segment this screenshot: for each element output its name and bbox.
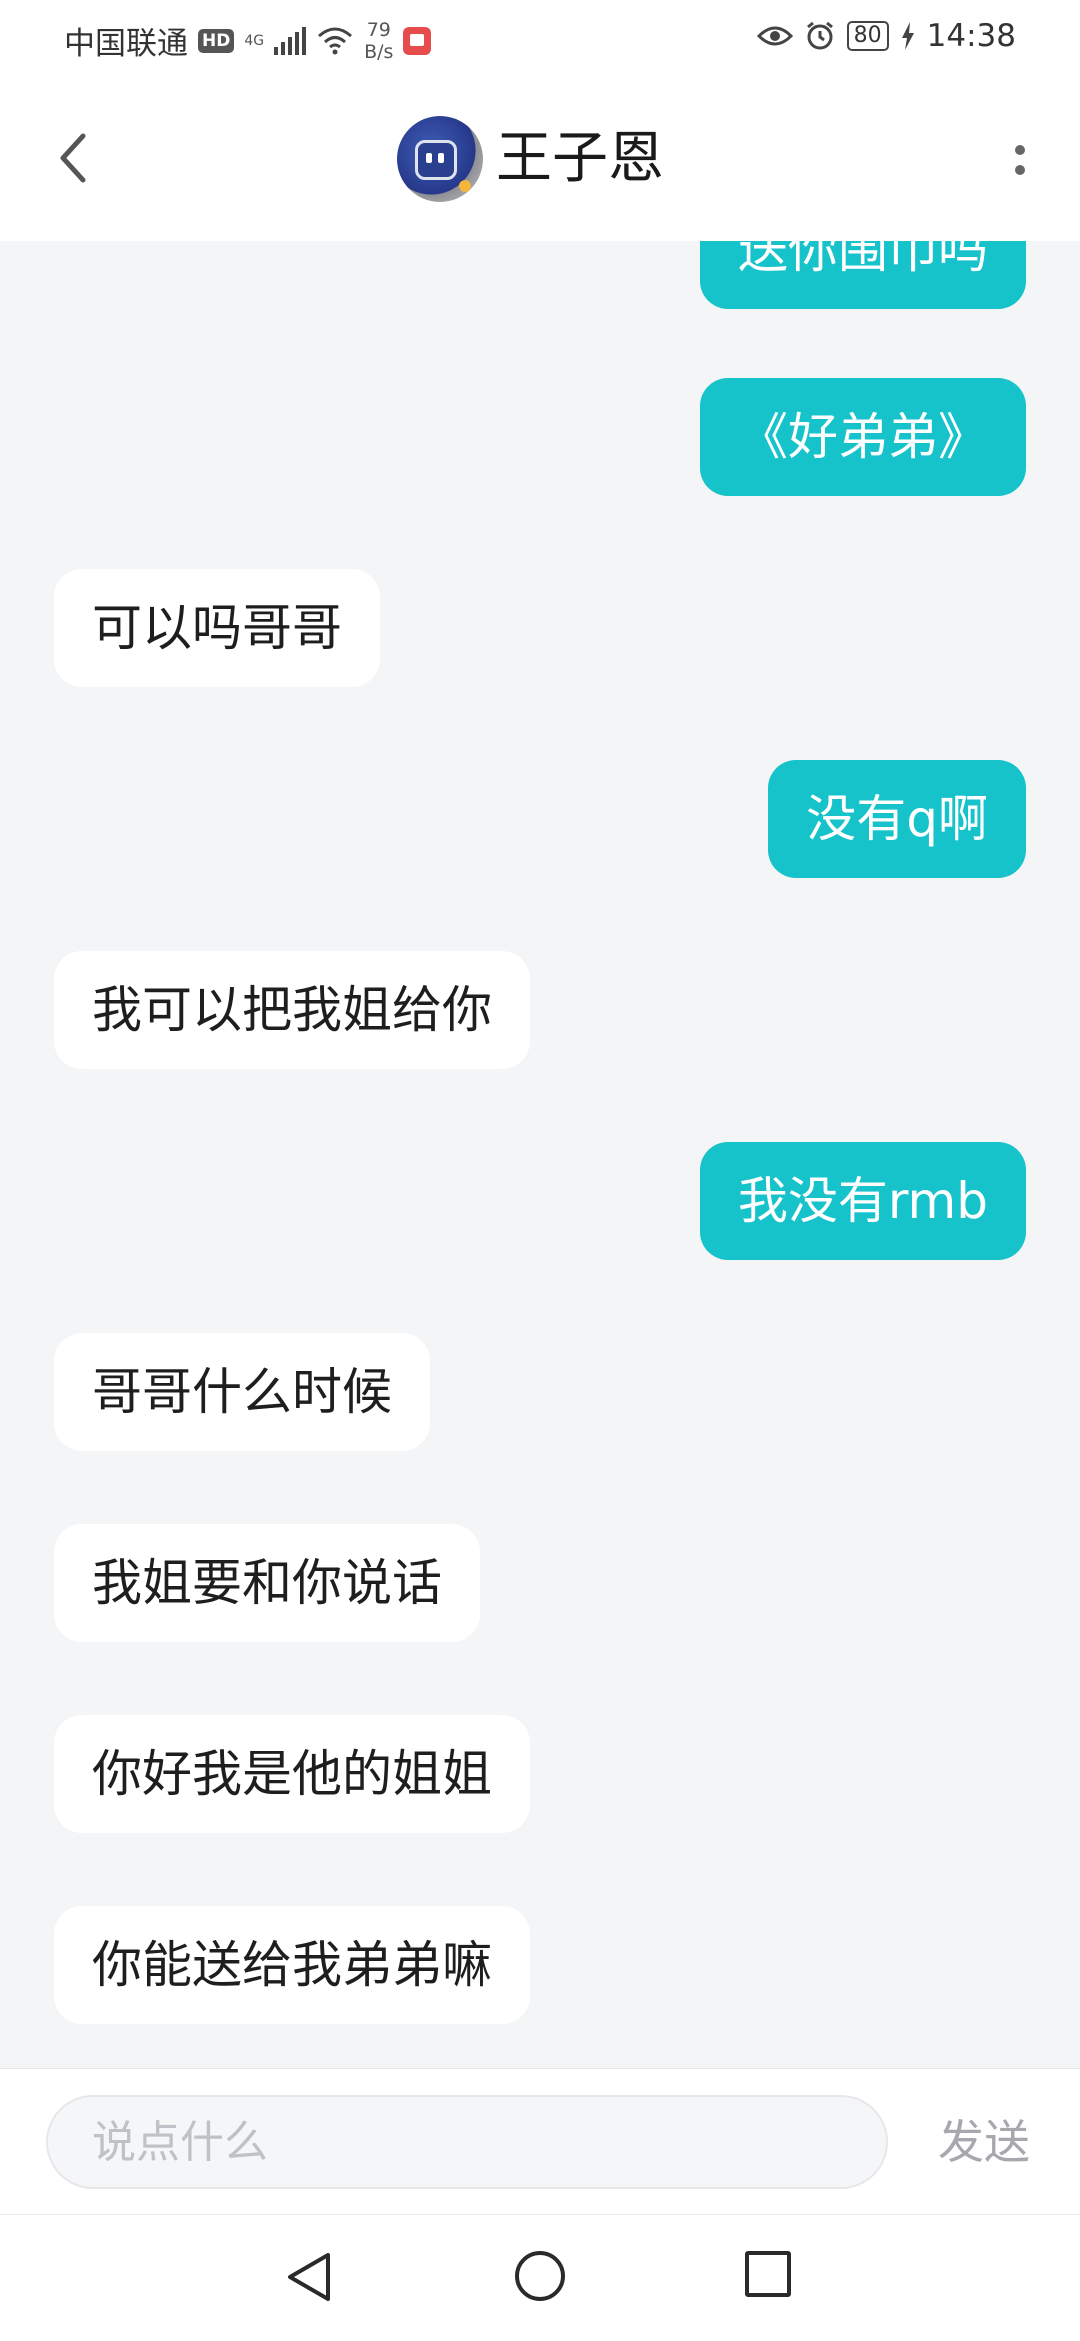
message-input[interactable] xyxy=(46,2095,888,2189)
more-options-button[interactable] xyxy=(1000,130,1040,190)
message-bubble-received[interactable]: 我姐要和你说话 xyxy=(54,1524,480,1642)
speed-value: 79 xyxy=(366,18,391,41)
contact-name: 王子恩 xyxy=(496,126,664,191)
message-bubble-received[interactable]: 哥哥什么时候 xyxy=(54,1333,430,1451)
battery-level: 80 xyxy=(846,21,889,51)
message-bubble-received[interactable]: 你好我是他的姐姐 xyxy=(54,1715,530,1833)
message-bubble-received[interactable]: 可以吗哥哥 xyxy=(54,569,380,687)
alarm-icon xyxy=(806,21,833,50)
carrier-name: 中国联通 xyxy=(64,26,188,62)
status-bar: 中国联通 HD 4G 79 B/s 80 14:38 xyxy=(0,0,1080,78)
eye-icon xyxy=(756,26,793,46)
nav-home-icon[interactable] xyxy=(515,2251,565,2301)
nav-back-icon[interactable] xyxy=(284,2251,336,2303)
more-dot-icon xyxy=(1015,145,1025,155)
wifi-icon xyxy=(318,27,353,54)
hd-badge: HD xyxy=(198,28,235,53)
book-app-icon xyxy=(403,26,432,55)
message-bubble-received[interactable]: 你能送给我弟弟嘛 xyxy=(54,1906,530,2024)
chevron-left-icon xyxy=(60,133,86,183)
network-type: 4G xyxy=(244,32,265,49)
signal-icon xyxy=(274,26,307,55)
avatar[interactable] xyxy=(397,116,483,202)
send-button[interactable]: 发送 xyxy=(938,2109,1030,2175)
message-bubble-sent[interactable]: 我没有rmb xyxy=(699,1142,1026,1260)
message-bubble-sent[interactable]: 没有q啊 xyxy=(768,760,1026,878)
system-nav-bar xyxy=(0,2214,1080,2341)
charging-icon xyxy=(901,22,914,50)
chat-header: 王子恩 xyxy=(0,78,1080,241)
speed-unit: B/s xyxy=(364,40,394,63)
clock: 14:38 xyxy=(926,18,1016,54)
nav-recents-icon[interactable] xyxy=(745,2251,791,2297)
back-button[interactable] xyxy=(44,130,100,186)
more-dot-icon xyxy=(1015,165,1025,175)
composer-bar: 发送 xyxy=(0,2068,1080,2215)
network-speed: 79 B/s xyxy=(364,19,393,63)
message-bubble-sent[interactable]: 《好弟弟》 xyxy=(700,378,1026,496)
message-bubble-received[interactable]: 我可以把我姐给你 xyxy=(54,951,530,1069)
